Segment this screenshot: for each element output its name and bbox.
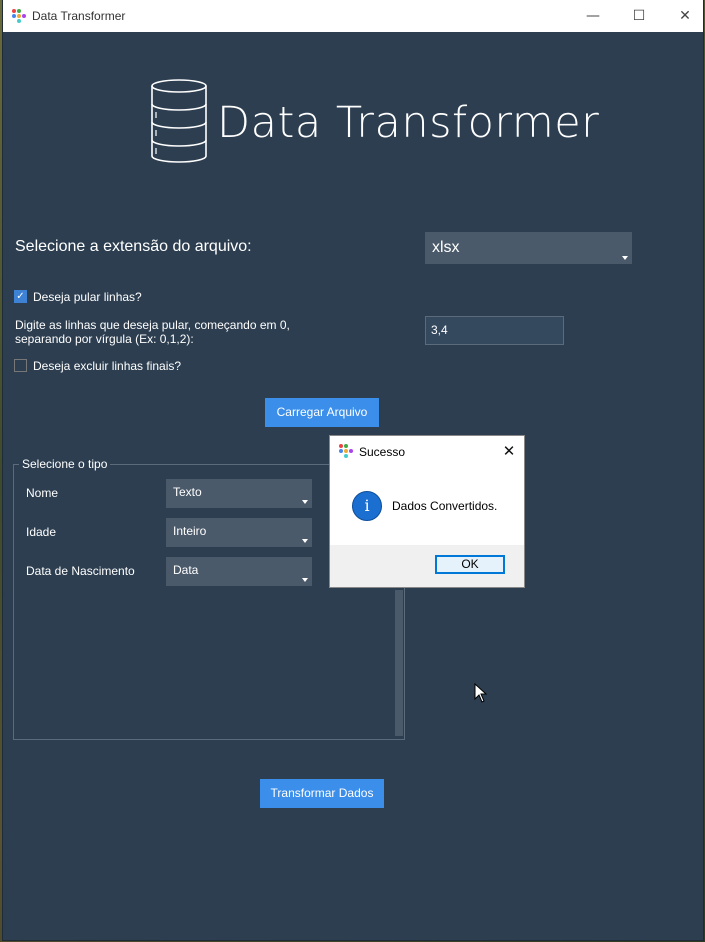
success-dialog: Sucesso ✕ i Dados Convertidos. OK: [329, 435, 525, 588]
dialog-body: Sucesso ✕ i Dados Convertidos.: [330, 436, 524, 545]
app-icon: [339, 444, 353, 458]
app-title: Data Transformer: [217, 98, 600, 148]
type-value: Inteiro: [173, 524, 207, 538]
skip-lines-value: 3,4: [431, 323, 448, 337]
chevron-down-icon: [302, 578, 308, 582]
dialog-title: Sucesso: [359, 445, 406, 459]
types-scrollbar[interactable]: [395, 590, 403, 736]
type-value: Data: [173, 563, 199, 577]
type-combo-data[interactable]: Data: [166, 557, 312, 586]
type-value: Texto: [173, 485, 202, 499]
info-icon: i: [352, 491, 382, 521]
skip-lines-label: Deseja pular linhas?: [33, 290, 142, 304]
skip-lines-input[interactable]: 3,4: [425, 316, 564, 345]
minimize-button[interactable]: —: [570, 0, 616, 32]
load-file-button[interactable]: Carregar Arquivo: [265, 398, 379, 427]
extension-label: Selecione a extensão do arquivo:: [15, 238, 252, 255]
transform-data-button[interactable]: Transformar Dados: [260, 779, 384, 808]
title-bar: Data Transformer — ☐ ✕: [3, 0, 703, 32]
chevron-down-icon: [302, 539, 308, 543]
exclude-final-label: Deseja excluir linhas finais?: [33, 359, 182, 373]
extension-value: xlsx: [432, 239, 460, 256]
window-title: Data Transformer: [32, 9, 126, 23]
extension-combo[interactable]: xlsx: [425, 232, 632, 264]
type-combo-idade[interactable]: Inteiro: [166, 518, 312, 547]
chevron-down-icon: [302, 500, 308, 504]
dialog-close-button[interactable]: ✕: [498, 440, 520, 462]
maximize-button[interactable]: ☐: [616, 0, 662, 32]
dialog-message: Dados Convertidos.: [392, 499, 498, 513]
type-combo-nome[interactable]: Texto: [166, 479, 312, 508]
skip-lines-checkbox[interactable]: ✓: [14, 290, 27, 303]
types-group-title: Selecione o tipo: [19, 457, 111, 471]
column-name-label: Idade: [26, 525, 57, 539]
database-icon: [151, 79, 207, 163]
close-button[interactable]: ✕: [662, 0, 705, 32]
chevron-down-icon: [622, 256, 628, 260]
column-name-label: Nome: [26, 486, 59, 500]
ok-button[interactable]: OK: [435, 555, 505, 574]
mouse-cursor-icon: [474, 683, 488, 703]
column-name-label: Data de Nascimento: [26, 564, 135, 578]
skip-lines-instruction-2: separando por vírgula (Ex: 0,1,2):: [15, 332, 194, 346]
skip-lines-instruction-1: Digite as linhas que deseja pular, começ…: [15, 318, 290, 332]
app-icon: [12, 9, 26, 23]
exclude-final-checkbox[interactable]: [14, 359, 27, 372]
